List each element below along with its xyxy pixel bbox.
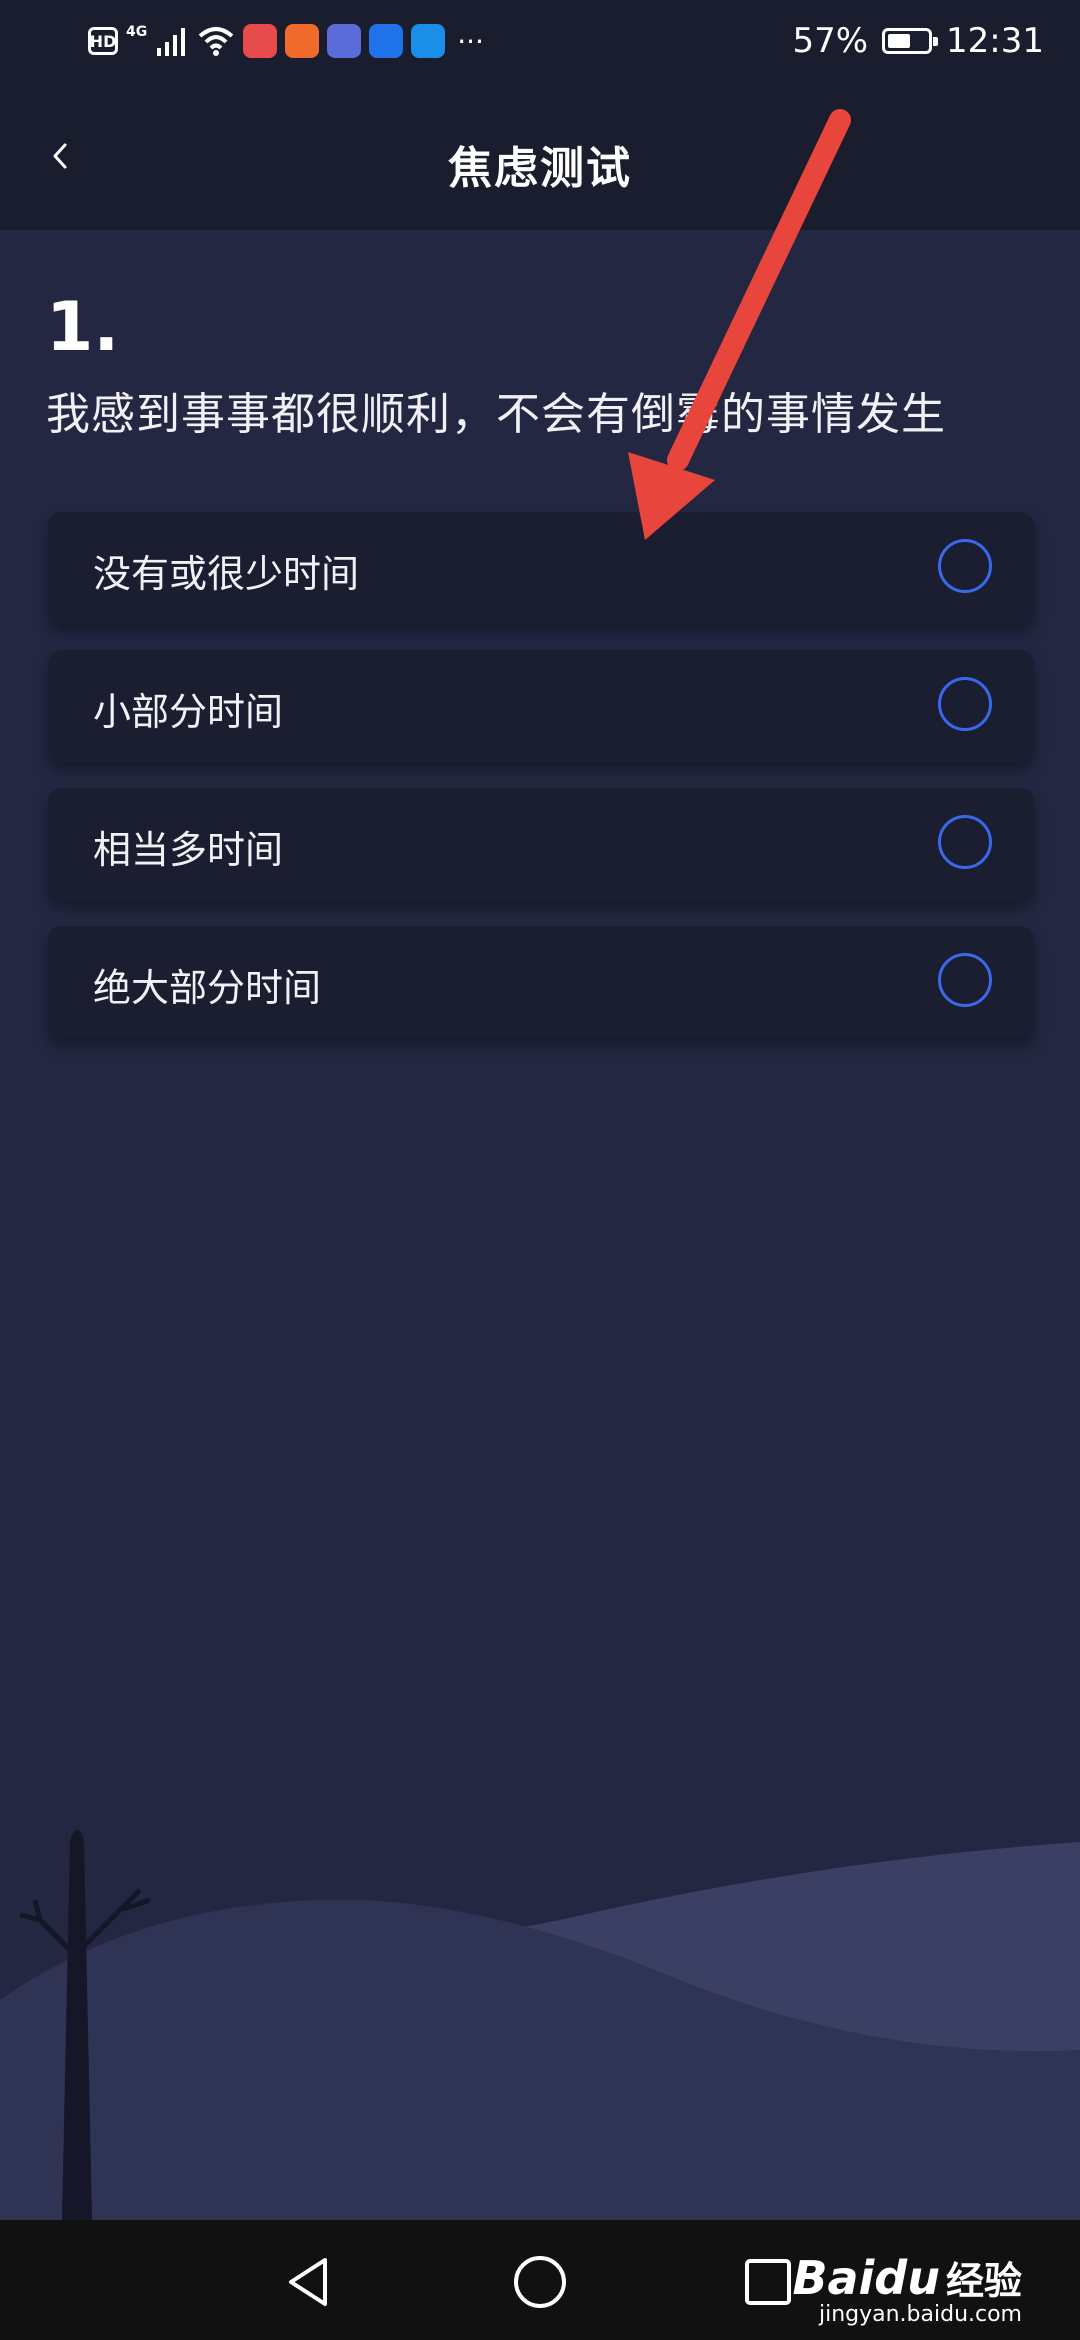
nav-home-button[interactable] (500, 2242, 580, 2322)
status-bar: HD 4G ··· 57% 12:31 (0, 0, 1080, 82)
baidu-logo-text: Baidu (792, 2251, 940, 2305)
hd-badge: HD (88, 27, 118, 55)
question-number: 1. (46, 288, 120, 367)
answer-option[interactable]: 没有或很少时间 (48, 512, 1034, 624)
page-title: 焦虑测试 (448, 143, 632, 194)
answer-option[interactable]: 小部分时间 (48, 650, 1034, 762)
wifi-icon (198, 27, 234, 56)
signal-icon (157, 28, 186, 56)
search-app-icon (411, 24, 446, 58)
answer-option[interactable]: 相当多时间 (48, 788, 1034, 900)
status-icons-right: 57% 12:31 (792, 18, 1044, 64)
answer-option-label: 相当多时间 (93, 828, 284, 872)
answer-option-label: 小部分时间 (93, 690, 284, 734)
grid-app-icon (285, 24, 320, 58)
tips-app-icon (369, 24, 404, 58)
question-text: 我感到事事都很顺利，不会有倒霉的事情发生 (46, 389, 946, 440)
circle-home-icon (514, 2256, 566, 2308)
radio-button[interactable] (938, 539, 992, 593)
radio-button[interactable] (938, 677, 992, 731)
radio-button[interactable] (938, 953, 992, 1007)
network-type-label: 4G (126, 24, 148, 40)
radio-button[interactable] (938, 815, 992, 869)
clock: 12:31 (946, 21, 1044, 61)
answer-option-label: 绝大部分时间 (93, 966, 322, 1010)
battery-percent: 57% (792, 21, 869, 61)
answer-option-label: 没有或很少时间 (93, 552, 360, 596)
triangle-back-icon (289, 2258, 327, 2306)
square-recents-icon (745, 2259, 791, 2305)
status-icons-left: HD 4G ··· (88, 20, 484, 62)
watermark-url: jingyan.baidu.com (818, 2302, 1022, 2327)
music-app-icon (327, 24, 362, 58)
battery-icon (882, 28, 939, 54)
landscape-illustration (0, 1830, 1080, 2220)
battery-level-fill (888, 34, 910, 48)
app-header: 焦虑测试 (0, 82, 1080, 230)
watermark-brand: 经验 (945, 2259, 1022, 2303)
huawei-app-icon (243, 24, 278, 58)
answer-option[interactable]: 绝大部分时间 (48, 926, 1034, 1038)
baidu-watermark: Baidu 经验 (792, 2250, 1022, 2305)
nav-back-button[interactable] (268, 2242, 348, 2322)
more-notifications-icon: ··· (457, 24, 484, 58)
